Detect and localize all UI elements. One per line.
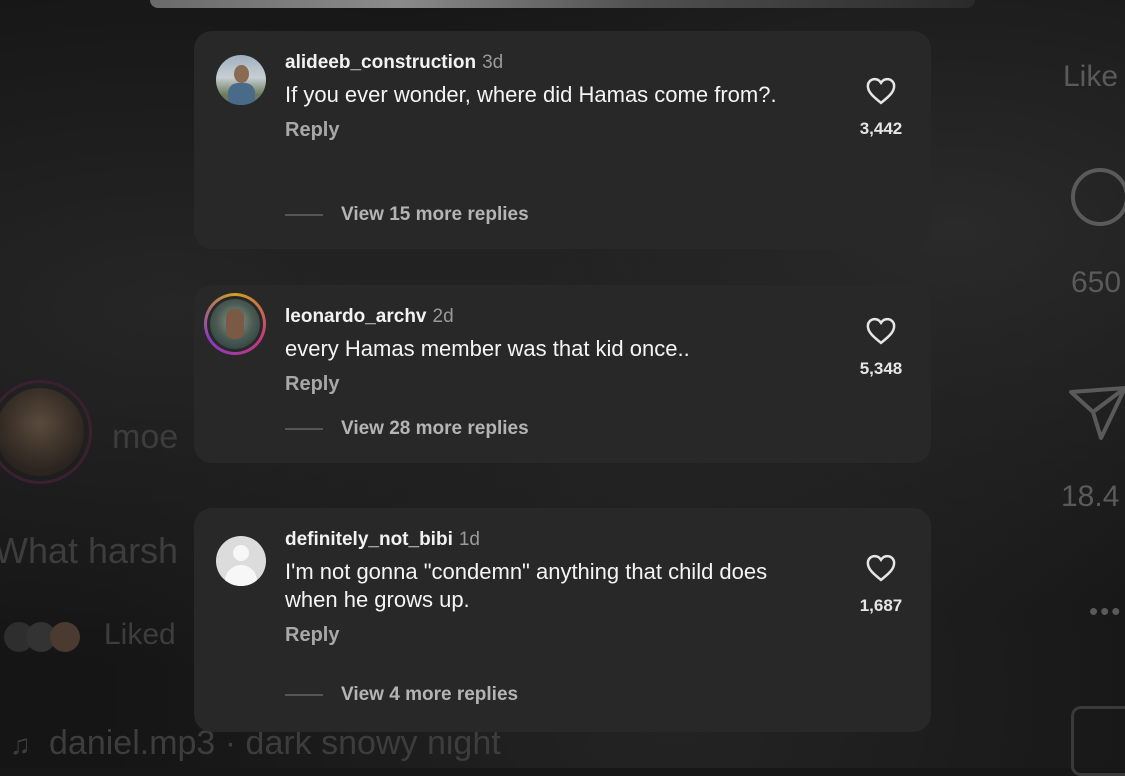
chevron-down-icon[interactable] xyxy=(1121,0,1125,18)
like-column: 1,687 xyxy=(851,554,911,616)
like-count: 1,687 xyxy=(859,596,903,615)
comment-text: every Hamas member was that kid once.. xyxy=(285,336,690,361)
heart-icon[interactable] xyxy=(866,317,896,345)
reply-button[interactable]: Reply xyxy=(285,624,339,647)
comments-count: 650 xyxy=(1071,266,1122,299)
liked-by-avatars xyxy=(4,620,94,654)
creator-avatar[interactable] xyxy=(0,388,84,476)
comment-card: leonardo_archv 2d every Hamas member was … xyxy=(194,285,931,463)
comment-card: alideeb_construction 3d If you ever wonde… xyxy=(194,31,931,249)
send-icon[interactable] xyxy=(1067,382,1125,442)
reel-caption: What harsh xyxy=(0,530,179,571)
comment-username[interactable]: definitely_not_bibi xyxy=(285,529,453,550)
comment-avatar[interactable] xyxy=(214,534,268,588)
more-options-icon[interactable]: ••• xyxy=(1089,596,1122,627)
like-label[interactable]: Like xyxy=(1063,60,1118,94)
comment-username[interactable]: alideeb_construction xyxy=(285,52,476,73)
heart-icon[interactable] xyxy=(866,77,896,105)
view-replies-label: View 15 more replies xyxy=(341,204,529,225)
heart-icon[interactable] xyxy=(866,554,896,582)
divider xyxy=(285,428,323,430)
reply-button[interactable]: Reply xyxy=(285,373,339,396)
shares-count: 18.4 xyxy=(1061,480,1120,513)
comment-icon[interactable] xyxy=(1071,168,1125,226)
divider xyxy=(285,214,323,216)
video-thumbnail-edge xyxy=(150,0,975,8)
reply-button[interactable]: Reply xyxy=(285,119,339,142)
action-rail: Like 650 18.4 ••• xyxy=(1045,0,1125,776)
comment-time: 1d xyxy=(458,529,480,550)
comment-time: 3d xyxy=(482,52,504,73)
like-column: 5,348 xyxy=(851,317,911,379)
view-replies-button[interactable]: View 15 more replies xyxy=(285,204,529,226)
comment-text: I'm not gonna "condemn" anything that ch… xyxy=(285,559,768,612)
comment-card: definitely_not_bibi 1d I'm not gonna "con… xyxy=(194,508,931,732)
comment-text: If you ever wonder, where did Hamas come… xyxy=(285,82,777,107)
comment-username[interactable]: leonardo_archv xyxy=(285,306,427,327)
creator-username[interactable]: moe xyxy=(112,418,178,457)
audio-thumbnail[interactable] xyxy=(1071,706,1125,776)
comment-time: 2d xyxy=(432,306,454,327)
comment-avatar[interactable] xyxy=(204,293,266,355)
music-note-icon: ♫ xyxy=(10,729,31,760)
view-replies-label: View 28 more replies xyxy=(341,418,529,439)
view-replies-button[interactable]: View 28 more replies xyxy=(285,418,529,440)
like-count: 3,442 xyxy=(859,119,903,138)
comment-avatar[interactable] xyxy=(214,53,268,107)
liked-by-text: Liked xyxy=(104,618,176,651)
view-replies-button[interactable]: View 4 more replies xyxy=(285,684,518,706)
like-column: 3,442 xyxy=(851,77,911,139)
divider xyxy=(285,694,323,696)
like-count: 5,348 xyxy=(859,359,903,378)
view-replies-label: View 4 more replies xyxy=(341,684,519,705)
